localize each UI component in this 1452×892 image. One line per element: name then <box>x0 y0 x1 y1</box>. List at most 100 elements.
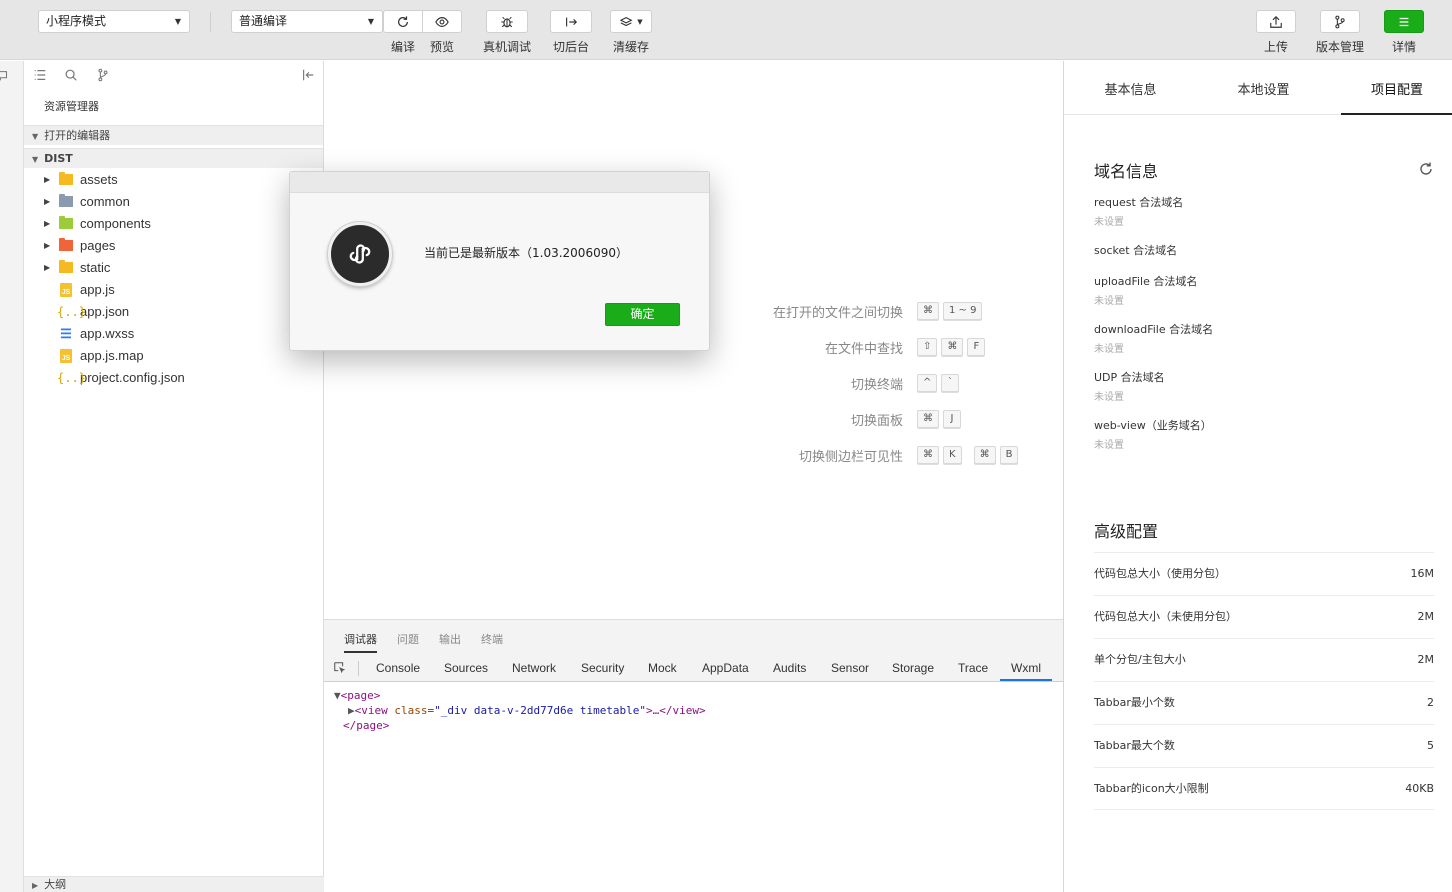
caret-down-icon: ▼ <box>174 17 181 26</box>
panel-tab-wxml[interactable]: Wxml <box>1000 655 1052 681</box>
compile-select[interactable]: 普通编译 ▼ <box>231 10 383 33</box>
search-icon[interactable] <box>64 68 78 82</box>
shortcut-key: 1 ~ 9 <box>943 302 983 320</box>
inspect-element-icon[interactable] <box>333 661 347 675</box>
panel-tab-storage[interactable]: Storage <box>892 655 934 681</box>
tree-folder-assets[interactable]: ▶ assets <box>24 169 323 191</box>
preview-button[interactable] <box>422 10 462 33</box>
folder-icon <box>59 172 73 185</box>
wxml-node-page[interactable]: ▼<page> <box>334 688 1063 703</box>
config-row: 代码包总大小（未使用分包） 2M <box>1094 595 1434 638</box>
shortcut-key: ⇧ <box>917 338 938 356</box>
version-control-label: 版本管理 <box>1315 40 1364 54</box>
tree-item-label: app.json <box>80 304 130 319</box>
shortcut-label: 在打开的文件之间切换 <box>772 305 903 321</box>
panel-tab-mock[interactable]: Mock <box>648 655 677 681</box>
tree-folder-static[interactable]: ▶ static <box>24 257 323 279</box>
config-label: Tabbar最大个数 <box>1094 739 1175 752</box>
version-control-button[interactable] <box>1320 10 1360 33</box>
switch-background-icon <box>566 17 578 26</box>
config-row: Tabbar最大个数 5 <box>1094 724 1434 767</box>
tree-file-app-json[interactable]: {..} app.json <box>24 301 323 323</box>
wxml-node-view[interactable]: ▶<view class="_div data-v-2dd77d6e timet… <box>334 703 1063 718</box>
triangle-down-icon: ▼ <box>32 132 39 141</box>
domain-label: socket 合法域名 <box>1094 244 1178 257</box>
compile-label: 编译 <box>390 40 415 54</box>
domain-uploadfile: uploadFile 合法域名 未设置 <box>1094 273 1197 307</box>
panel-tab-network[interactable]: Network <box>512 655 556 681</box>
root-folder-label: DIST <box>44 152 73 165</box>
shortcut-label: 切换侧边栏可见性 <box>798 449 903 465</box>
wxml-tag: <view <box>354 704 388 717</box>
domain-socket: socket 合法域名 <box>1094 242 1177 258</box>
tab-terminal[interactable]: 终端 <box>481 631 503 647</box>
domain-udp: UDP 合法域名 未设置 <box>1094 369 1165 403</box>
triangle-right-icon: ▶ <box>44 175 51 184</box>
tree-file-app-wxss[interactable]: ☰ app.wxss <box>24 323 323 345</box>
tree-item-label: pages <box>80 238 116 253</box>
tab-output[interactable]: 输出 <box>439 631 461 647</box>
panel-tab-sensor[interactable]: Sensor <box>831 655 869 681</box>
json-file-icon: {..} <box>57 305 86 319</box>
wxml-attr-value: "_div data-v-2dd77d6e timetable" <box>434 704 647 717</box>
domain-label: web-view（业务域名） <box>1094 419 1212 432</box>
shortcut-key: K <box>943 446 962 464</box>
ok-button[interactable]: 确定 <box>605 303 680 326</box>
shortcut-key: ⌘ <box>917 302 939 320</box>
domain-label: request 合法域名 <box>1094 196 1184 209</box>
tab-basic-info[interactable]: 基本信息 <box>1064 61 1197 115</box>
tree-item-label: app.js.map <box>80 348 144 363</box>
file-icon[interactable] <box>0 69 10 83</box>
tree-file-app-js-map[interactable]: JS app.js.map <box>24 345 323 367</box>
real-device-debug-label: 真机调试 <box>482 40 531 54</box>
clear-cache-label: 清缓存 <box>612 40 649 54</box>
clear-cache-button[interactable]: ▼ <box>610 10 652 33</box>
list-icon[interactable] <box>33 68 47 82</box>
folder-icon <box>59 216 73 229</box>
tree-folder-pages[interactable]: ▶ pages <box>24 235 323 257</box>
details-panel: 基本信息 本地设置 项目配置 域名信息 request 合法域名 未设置 sock… <box>1063 61 1452 892</box>
config-label: 代码包总大小（未使用分包） <box>1094 610 1237 623</box>
triangle-right-icon: ▶ <box>348 704 355 717</box>
preview-label: 预览 <box>429 40 454 54</box>
panel-tab-audits[interactable]: Audits <box>773 655 806 681</box>
explorer-panel: 资源管理器 ▼ 打开的编辑器 ▼ DIST ▶ assets ▶ common ▶ com… <box>24 61 324 892</box>
config-label: Tabbar最小个数 <box>1094 696 1175 709</box>
tab-local-settings[interactable]: 本地设置 <box>1197 61 1330 115</box>
open-editors-section[interactable]: ▼ 打开的编辑器 <box>24 125 323 145</box>
switch-background-button[interactable] <box>550 10 592 33</box>
panel-tab-security[interactable]: Security <box>581 655 624 681</box>
config-row: 代码包总大小（使用分包） 16M <box>1094 552 1434 595</box>
config-label: Tabbar的icon大小限制 <box>1094 782 1209 795</box>
tree-item-label: project.config.json <box>80 370 185 385</box>
mode-select[interactable]: 小程序模式 ▼ <box>38 10 190 33</box>
active-tab-indicator <box>344 651 377 653</box>
panel-tab-console[interactable]: Console <box>376 655 420 681</box>
update-dialog: 当前已是最新版本（1.03.2006090） 确定 <box>289 171 710 351</box>
collapse-sidebar-icon[interactable] <box>301 68 315 82</box>
panel-tab-appdata[interactable]: AppData <box>702 655 749 681</box>
tree-item-label: app.js <box>80 282 115 297</box>
shortcut-row: 切换面板 ⌘ J <box>324 408 1063 430</box>
config-value: 2 <box>1427 696 1434 709</box>
root-folder-section[interactable]: ▼ DIST <box>24 148 323 168</box>
tab-project-config[interactable]: 项目配置 <box>1341 61 1452 115</box>
tree-file-project-config[interactable]: {..} project.config.json <box>24 367 323 389</box>
shortcut-key: ⌘ <box>973 446 996 464</box>
outline-section[interactable]: ▶ 大纲 <box>24 876 324 892</box>
compile-button[interactable] <box>383 10 423 33</box>
panel-tab-sources[interactable]: Sources <box>444 655 488 681</box>
panel-tab-trace[interactable]: Trace <box>958 655 988 681</box>
tree-folder-common[interactable]: ▶ common <box>24 191 323 213</box>
tab-debugger[interactable]: 调试器 <box>344 631 377 647</box>
upload-button[interactable] <box>1256 10 1296 33</box>
tab-problems[interactable]: 问题 <box>397 631 419 647</box>
refresh-icon[interactable] <box>1418 161 1434 177</box>
config-value: 40KB <box>1405 782 1434 795</box>
tree-file-app-js[interactable]: JS app.js <box>24 279 323 301</box>
details-button[interactable] <box>1384 10 1424 33</box>
branch-icon[interactable] <box>96 68 110 82</box>
config-value: 2M <box>1417 653 1435 666</box>
real-device-debug-button[interactable] <box>486 10 528 33</box>
tree-folder-components[interactable]: ▶ components <box>24 213 323 235</box>
